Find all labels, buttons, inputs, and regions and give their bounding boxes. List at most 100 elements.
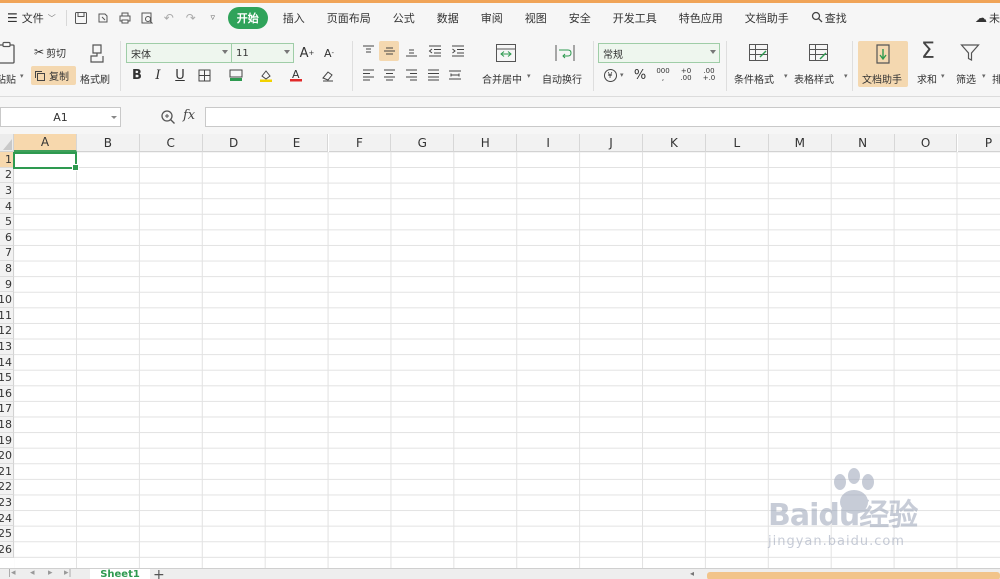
- merge-center-button[interactable]: 合并居中 ▾: [478, 39, 534, 91]
- search-command[interactable]: 查找: [800, 7, 858, 29]
- tab-view[interactable]: 视图: [514, 7, 558, 29]
- select-all-corner[interactable]: [0, 134, 14, 152]
- row-header-20[interactable]: 20: [0, 448, 14, 464]
- tab-security[interactable]: 安全: [558, 7, 602, 29]
- thousands-separator-button[interactable]: 000,: [653, 65, 673, 85]
- row-header-10[interactable]: 10: [0, 292, 14, 308]
- column-header-k[interactable]: K: [643, 134, 706, 152]
- cut-button[interactable]: ✂ 剪切: [34, 43, 76, 61]
- customize-dropdown-icon[interactable]: ▿: [202, 7, 224, 29]
- clear-format-icon[interactable]: [318, 65, 338, 85]
- number-format-select[interactable]: 常规: [598, 43, 720, 63]
- row-header-14[interactable]: 14: [0, 354, 14, 371]
- row-header-13[interactable]: 13: [0, 339, 14, 355]
- table-style-button[interactable]: 表格样式 ▾: [792, 39, 850, 91]
- row-header-23[interactable]: 23: [0, 495, 14, 511]
- column-header-l[interactable]: L: [705, 134, 769, 152]
- wrap-text-button[interactable]: 自动换行: [540, 39, 592, 91]
- tab-developer[interactable]: 开发工具: [602, 7, 668, 29]
- percent-button[interactable]: %: [630, 65, 650, 85]
- tab-page-layout[interactable]: 页面布局: [316, 7, 382, 29]
- align-left-icon[interactable]: [358, 65, 378, 85]
- sum-button[interactable]: Σ 求和 ▾: [914, 39, 948, 91]
- row-header-1[interactable]: 1: [0, 152, 14, 168]
- insert-function-button[interactable]: fx: [183, 108, 195, 123]
- last-sheet-icon[interactable]: ▸|: [64, 569, 72, 578]
- conditional-format-button[interactable]: 条件格式 ▾: [732, 39, 790, 91]
- row-header-11[interactable]: 11: [0, 308, 14, 324]
- copy-button[interactable]: 复制: [31, 66, 76, 85]
- prev-sheet-icon[interactable]: ◂: [30, 569, 35, 578]
- undo-icon[interactable]: ↶: [158, 7, 180, 29]
- row-header-2[interactable]: 2: [0, 167, 14, 184]
- row-header-25[interactable]: 25: [0, 526, 14, 542]
- redo-icon[interactable]: ↷: [180, 7, 202, 29]
- tab-features[interactable]: 特色应用: [668, 7, 734, 29]
- decrease-indent-icon[interactable]: [425, 41, 445, 61]
- justify-icon[interactable]: [423, 65, 443, 85]
- column-header-h[interactable]: H: [454, 134, 518, 152]
- export-icon[interactable]: [92, 7, 114, 29]
- tab-insert[interactable]: 插入: [272, 7, 316, 29]
- align-center-icon[interactable]: [379, 65, 399, 85]
- row-header-24[interactable]: 24: [0, 510, 14, 527]
- row-header-3[interactable]: 3: [0, 183, 14, 199]
- row-header-22[interactable]: 22: [0, 479, 14, 496]
- increase-decimal-button[interactable]: +0.00: [676, 65, 696, 85]
- name-box[interactable]: A1: [0, 107, 121, 127]
- underline-button[interactable]: U: [170, 65, 190, 85]
- column-header-a[interactable]: A: [14, 134, 77, 152]
- sheet-tab-sheet1[interactable]: Sheet1: [90, 569, 150, 579]
- bold-button[interactable]: B: [127, 65, 147, 85]
- border-icon[interactable]: [194, 65, 214, 85]
- increase-indent-icon[interactable]: [448, 41, 468, 61]
- column-header-b[interactable]: B: [76, 134, 140, 152]
- row-header-15[interactable]: 15: [0, 370, 14, 386]
- paste-button[interactable]: 粘贴 ▾: [0, 39, 26, 91]
- column-header-p[interactable]: P: [957, 134, 1000, 152]
- column-header-i[interactable]: I: [517, 134, 581, 152]
- row-header-17[interactable]: 17: [0, 401, 14, 418]
- row-header-5[interactable]: 5: [0, 214, 14, 230]
- row-header-7[interactable]: 7: [0, 245, 14, 262]
- column-header-f[interactable]: F: [328, 134, 392, 152]
- row-header-8[interactable]: 8: [0, 261, 14, 277]
- add-sheet-button[interactable]: +: [153, 569, 165, 579]
- sort-button[interactable]: 排: [990, 39, 1000, 91]
- align-top-icon[interactable]: [358, 41, 378, 61]
- font-color-icon[interactable]: A: [286, 65, 306, 85]
- column-header-c[interactable]: C: [139, 134, 203, 152]
- align-bottom-icon[interactable]: [401, 41, 421, 61]
- row-header-9[interactable]: 9: [0, 276, 14, 293]
- formula-input[interactable]: [205, 107, 1000, 127]
- currency-dropdown-icon[interactable]: ▾: [620, 71, 624, 79]
- align-middle-icon[interactable]: [379, 41, 399, 61]
- tab-home[interactable]: 开始: [227, 7, 268, 29]
- row-header-18[interactable]: 18: [0, 417, 14, 433]
- row-header-21[interactable]: 21: [0, 464, 14, 480]
- tab-data[interactable]: 数据: [426, 7, 470, 29]
- italic-button[interactable]: I: [148, 65, 168, 85]
- format-painter-button[interactable]: 格式刷: [80, 39, 114, 91]
- font-size-select[interactable]: 11: [231, 43, 294, 63]
- fill-color-icon[interactable]: [256, 65, 276, 85]
- row-header-6[interactable]: 6: [0, 230, 14, 246]
- row-header-26[interactable]: 26: [0, 542, 14, 558]
- first-sheet-icon[interactable]: |◂: [8, 569, 16, 578]
- save-icon[interactable]: [70, 7, 92, 29]
- decrease-decimal-button[interactable]: .00 +.0: [699, 65, 719, 85]
- row-header-16[interactable]: 16: [0, 386, 14, 402]
- column-header-n[interactable]: N: [831, 134, 895, 152]
- next-sheet-icon[interactable]: ▸: [48, 569, 53, 578]
- align-right-icon[interactable]: [401, 65, 421, 85]
- column-header-o[interactable]: O: [894, 134, 958, 152]
- print-icon[interactable]: [114, 7, 136, 29]
- column-header-m[interactable]: M: [768, 134, 832, 152]
- column-header-j[interactable]: J: [580, 134, 643, 152]
- active-cell-a1[interactable]: [13, 152, 79, 171]
- column-header-d[interactable]: D: [202, 134, 266, 152]
- increase-font-size-icon[interactable]: A +: [297, 43, 317, 63]
- fill-pattern-icon[interactable]: [226, 65, 246, 85]
- font-name-select[interactable]: 宋体: [126, 43, 232, 63]
- tab-review[interactable]: 审阅: [470, 7, 514, 29]
